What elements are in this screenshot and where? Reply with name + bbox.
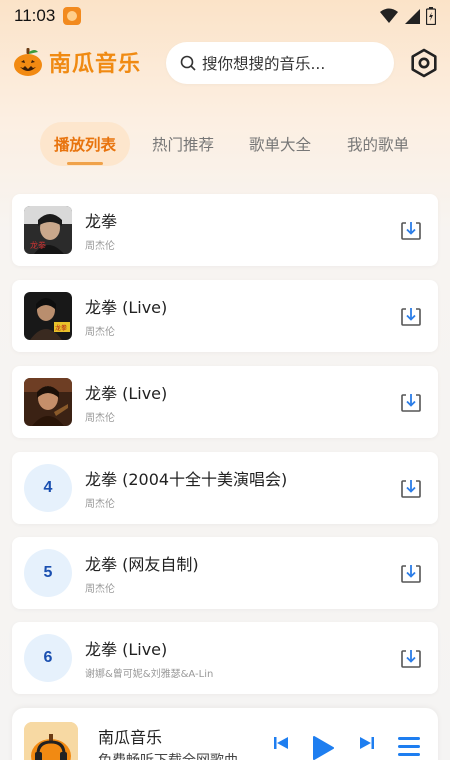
status-icons bbox=[380, 7, 436, 25]
status-bar: 11:03 bbox=[0, 0, 450, 32]
notification-icon bbox=[63, 7, 82, 25]
settings-icon[interactable] bbox=[409, 48, 439, 78]
album-cover: 龙拳 bbox=[24, 292, 72, 340]
play-icon[interactable] bbox=[312, 736, 334, 760]
track-number: 5 bbox=[24, 549, 72, 597]
next-icon[interactable] bbox=[360, 736, 374, 750]
song-artist: 谢娜&曾可妮&刘雅瑟&A-Lin bbox=[85, 669, 214, 680]
song-title: 龙拳 (Live) bbox=[85, 298, 168, 317]
song-title: 龙拳 (2004十全十美演唱会) bbox=[85, 470, 288, 489]
track-number: 6 bbox=[24, 634, 72, 682]
song-artist: 周杰伦 bbox=[85, 241, 115, 252]
player-title: 南瓜音乐 bbox=[98, 728, 163, 747]
list-item[interactable]: 龙拳 龙拳 (Live) 周杰伦 bbox=[12, 280, 438, 352]
song-artist: 周杰伦 bbox=[85, 499, 115, 510]
player-cover-art bbox=[24, 722, 78, 760]
download-icon[interactable] bbox=[400, 562, 422, 584]
song-title: 龙拳 bbox=[85, 212, 118, 231]
list-item[interactable]: 5 龙拳 (网友自制) 周杰伦 bbox=[12, 537, 438, 609]
tab-hot-recommend[interactable]: 热门推荐 bbox=[140, 122, 226, 166]
download-icon[interactable] bbox=[400, 219, 422, 241]
search-icon bbox=[180, 55, 196, 71]
app-header: 南瓜音乐 搜你想搜的音乐... bbox=[0, 40, 450, 86]
list-item[interactable]: 龙拳 龙拳 周杰伦 bbox=[12, 194, 438, 266]
previous-icon[interactable] bbox=[274, 736, 288, 750]
song-artist: 周杰伦 bbox=[85, 413, 115, 424]
playlist-icon[interactable] bbox=[398, 736, 420, 758]
app-name: 南瓜音乐 bbox=[49, 52, 142, 77]
song-artist: 周杰伦 bbox=[85, 327, 115, 338]
album-cover bbox=[24, 378, 72, 426]
song-artist: 周杰伦 bbox=[85, 584, 115, 595]
track-number: 4 bbox=[24, 464, 72, 512]
pumpkin-logo-icon bbox=[14, 48, 42, 76]
song-title: 龙拳 (网友自制) bbox=[85, 555, 199, 574]
search-placeholder: 搜你想搜的音乐... bbox=[202, 55, 326, 73]
song-title: 龙拳 (Live) bbox=[85, 384, 168, 403]
wifi-icon bbox=[380, 8, 398, 23]
player-subtitle: 免费畅听下载全网歌曲 bbox=[98, 750, 238, 760]
tab-my-playlists[interactable]: 我的歌单 bbox=[335, 122, 421, 166]
mini-player[interactable]: 南瓜音乐 免费畅听下载全网歌曲 bbox=[12, 708, 438, 760]
download-icon[interactable] bbox=[400, 391, 422, 413]
tab-playlist[interactable]: 播放列表 bbox=[40, 122, 130, 166]
download-icon[interactable] bbox=[400, 647, 422, 669]
album-cover: 龙拳 bbox=[24, 206, 72, 254]
signal-icon bbox=[405, 9, 420, 24]
svg-text:龙拳: 龙拳 bbox=[55, 324, 67, 332]
list-item[interactable]: 4 龙拳 (2004十全十美演唱会) 周杰伦 bbox=[12, 452, 438, 524]
tab-playlist-collection[interactable]: 歌单大全 bbox=[237, 122, 323, 166]
list-item[interactable]: 6 龙拳 (Live) 谢娜&曾可妮&刘雅瑟&A-Lin bbox=[12, 622, 438, 694]
app-logo: 南瓜音乐 bbox=[13, 46, 141, 78]
tab-bar: 播放列表 热门推荐 歌单大全 我的歌单 bbox=[0, 122, 450, 172]
active-tab-indicator bbox=[67, 162, 103, 165]
status-time: 11:03 bbox=[14, 6, 56, 25]
svg-text:龙拳: 龙拳 bbox=[30, 240, 46, 250]
download-icon[interactable] bbox=[400, 477, 422, 499]
battery-icon bbox=[426, 7, 436, 25]
song-title: 龙拳 (Live) bbox=[85, 640, 168, 659]
list-item[interactable]: 龙拳 (Live) 周杰伦 bbox=[12, 366, 438, 438]
download-icon[interactable] bbox=[400, 305, 422, 327]
search-input[interactable]: 搜你想搜的音乐... bbox=[166, 42, 394, 84]
